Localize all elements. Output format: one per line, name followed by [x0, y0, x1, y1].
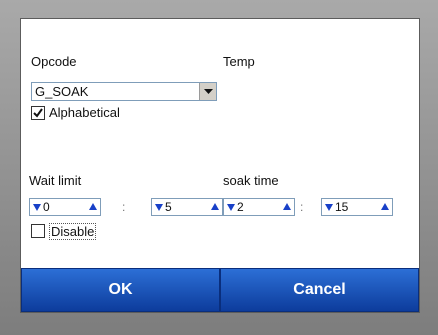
ok-button[interactable]: OK [21, 268, 220, 312]
dialog-footer: OK Cancel [21, 268, 419, 312]
disable-label: Disable [49, 223, 97, 240]
alphabetical-checkbox[interactable] [31, 106, 45, 120]
disable-checkbox[interactable] [31, 224, 45, 238]
arrow-down-icon[interactable] [32, 201, 42, 213]
arrow-up-icon[interactable] [380, 201, 390, 213]
dialog: Opcode Temp G_SOAK Alphabetical Wait lim… [20, 18, 420, 313]
wait-minutes-spinner[interactable]: 5 [151, 198, 223, 216]
wait-minutes-value: 5 [165, 200, 172, 214]
soak-minutes-spinner[interactable]: 15 [321, 198, 393, 216]
opcode-select[interactable]: G_SOAK [31, 82, 217, 101]
opcode-select-value: G_SOAK [35, 84, 89, 99]
temp-label: Temp [223, 54, 255, 69]
chevron-down-icon [204, 89, 213, 94]
soak-time-label: soak time [223, 173, 279, 188]
time-separator: : [300, 200, 304, 214]
checkmark-icon [33, 108, 43, 118]
opcode-label: Opcode [31, 54, 77, 69]
soak-hours-spinner[interactable]: 2 [223, 198, 295, 216]
arrow-up-icon[interactable] [88, 201, 98, 213]
arrow-down-icon[interactable] [226, 201, 236, 213]
wait-hours-value: 0 [43, 200, 50, 214]
arrow-up-icon[interactable] [210, 201, 220, 213]
opcode-dropdown-button[interactable] [199, 83, 216, 100]
arrow-up-icon[interactable] [282, 201, 292, 213]
wait-limit-label: Wait limit [29, 173, 82, 188]
cancel-button[interactable]: Cancel [220, 268, 419, 312]
soak-hours-value: 2 [237, 200, 244, 214]
soak-minutes-value: 15 [335, 200, 349, 214]
arrow-down-icon[interactable] [324, 201, 334, 213]
alphabetical-label: Alphabetical [49, 105, 120, 120]
arrow-down-icon[interactable] [154, 201, 164, 213]
time-separator: : [122, 200, 126, 214]
wait-hours-spinner[interactable]: 0 [29, 198, 101, 216]
